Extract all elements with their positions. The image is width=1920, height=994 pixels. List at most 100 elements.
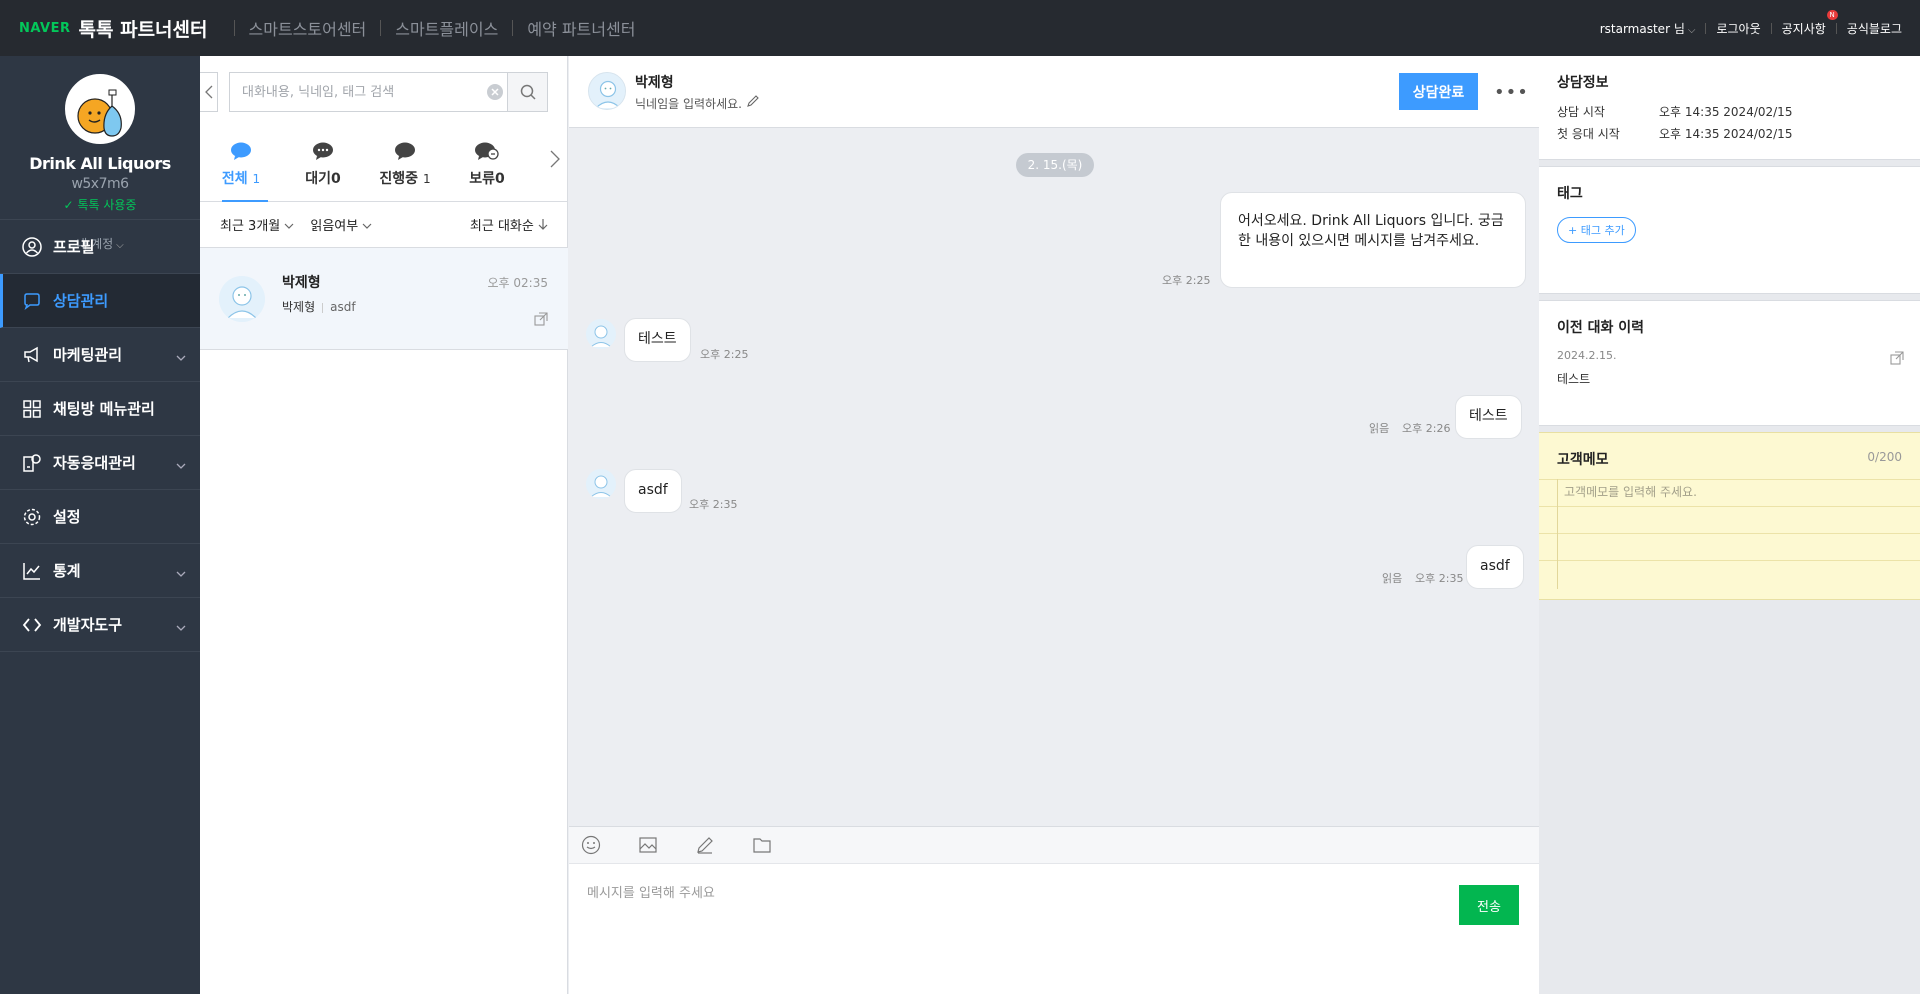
sidebar-item-settings[interactable]: 설정 bbox=[0, 490, 200, 544]
customer-avatar bbox=[586, 469, 616, 499]
add-tag-button[interactable]: + 태그 추가 bbox=[1557, 217, 1636, 243]
sidebar-item-label: 통계 bbox=[53, 562, 81, 580]
conversation-list-pane: 전체 1 대기0 진행중 1 보류0 최근 3개월 읽음여부 최근 대화순 박제… bbox=[200, 56, 568, 994]
tab-all-label: 전체 bbox=[221, 171, 248, 187]
tab-waiting-count: 0 bbox=[331, 171, 341, 187]
emoji-button[interactable] bbox=[581, 835, 638, 855]
pencil-icon bbox=[697, 837, 713, 854]
divider bbox=[512, 20, 514, 36]
search-icon bbox=[520, 84, 536, 100]
sort-filter[interactable]: 최근 대화순 bbox=[470, 215, 548, 234]
nav-smartplace[interactable]: 스마트플레이스 bbox=[395, 16, 498, 40]
divider bbox=[322, 302, 324, 313]
clear-search-button[interactable] bbox=[483, 73, 507, 111]
chat-bubble-icon bbox=[200, 140, 282, 162]
sidebar-item-auto-reply[interactable]: 자동응대관리 bbox=[0, 436, 200, 490]
conversation-time: 오후 02:35 bbox=[487, 276, 548, 290]
sidebar-item-devtools[interactable]: 개발자도구 bbox=[0, 598, 200, 652]
folder-icon bbox=[753, 838, 771, 853]
tab-hold-label: 보류 bbox=[469, 171, 495, 187]
sidebar-item-marketing[interactable]: 마케팅관리 bbox=[0, 328, 200, 382]
collapse-list-button[interactable] bbox=[200, 72, 218, 112]
tab-label: 전체 1 bbox=[200, 168, 282, 188]
sidebar-item-label: 상담관리 bbox=[53, 292, 109, 310]
first-reply-value: 오후 14:35 2024/02/15 bbox=[1659, 127, 1793, 141]
shop-logo bbox=[65, 74, 135, 144]
message-outgoing: 어서오세요. Drink All Liquors 입니다. 궁금한 내용이 있으… bbox=[1220, 192, 1526, 288]
tab-progress-count: 1 bbox=[422, 172, 431, 186]
image-button[interactable] bbox=[638, 835, 695, 855]
sidebar-item-stats[interactable]: 통계 bbox=[0, 544, 200, 598]
nav-smartstore[interactable]: 스마트스토어센터 bbox=[249, 16, 367, 40]
read-receipt: 읽음 bbox=[1369, 422, 1390, 435]
open-history-button[interactable] bbox=[1890, 351, 1904, 369]
brand[interactable]: NAVER 톡톡 파트너센터 bbox=[0, 15, 220, 42]
external-window-icon bbox=[534, 312, 548, 326]
search-input[interactable] bbox=[230, 73, 483, 111]
shop-name-row: Drink All Liquors w5x7m6 bbox=[0, 154, 200, 192]
person-icon bbox=[22, 236, 42, 257]
app-title[interactable]: 톡톡 파트너센터 bbox=[79, 15, 208, 42]
read-receipt: 읽음 bbox=[1382, 572, 1403, 585]
file-button[interactable] bbox=[752, 835, 809, 855]
chat-dots-icon bbox=[282, 140, 364, 162]
customer-avatar bbox=[219, 276, 265, 322]
tab-hold[interactable]: 보류0 bbox=[446, 126, 528, 201]
tab-all[interactable]: 전체 1 bbox=[200, 126, 282, 202]
memo-input[interactable] bbox=[1557, 479, 1902, 589]
sidebar-menu: 프로필 상담관리 마케팅관리 채팅방 메뉴관리 자동응대관리 설정 통계 개발자… bbox=[0, 220, 200, 652]
message-outgoing: 테스트 bbox=[1455, 395, 1522, 439]
conversation-preview: 박제형 asdf bbox=[282, 298, 356, 315]
sidebar-item-consult[interactable]: 상담관리 bbox=[0, 274, 200, 328]
user-menu[interactable]: rstarmaster 님 ⌵ bbox=[1600, 20, 1696, 37]
logout-link[interactable]: 로그아웃 bbox=[1716, 20, 1760, 37]
period-filter[interactable]: 최근 3개월 bbox=[220, 215, 294, 234]
tab-waiting[interactable]: 대기0 bbox=[282, 126, 364, 201]
divider bbox=[233, 20, 235, 36]
template-button[interactable] bbox=[695, 835, 752, 855]
tab-in-progress[interactable]: 진행중 1 bbox=[364, 126, 446, 201]
list-filters: 최근 3개월 읽음여부 최근 대화순 bbox=[200, 202, 568, 248]
blog-link[interactable]: 공식블로그 bbox=[1847, 20, 1902, 37]
megaphone-icon bbox=[22, 345, 42, 365]
tabs-next-button[interactable] bbox=[550, 150, 560, 172]
sidebar-item-menu-manage[interactable]: 채팅방 메뉴관리 bbox=[0, 382, 200, 436]
message-input[interactable] bbox=[587, 882, 1447, 972]
more-options-button[interactable]: ••• bbox=[1494, 82, 1529, 103]
notice-label: 공지사항 bbox=[1781, 21, 1826, 36]
read-filter-label: 읽음여부 bbox=[310, 219, 359, 234]
history-title: 이전 대화 이력 bbox=[1557, 320, 1645, 336]
customer-avatar bbox=[588, 72, 626, 110]
conversation-item[interactable]: 박제형 오후 02:35 박제형 asdf bbox=[200, 248, 568, 350]
tab-label: 보류0 bbox=[446, 168, 528, 188]
gear-icon bbox=[22, 507, 42, 527]
customer-name: 박제형 bbox=[635, 75, 674, 91]
chevron-down-icon bbox=[362, 223, 372, 229]
nickname-edit[interactable]: 닉네임을 입력하세요. bbox=[635, 94, 760, 112]
arrow-down-icon bbox=[538, 219, 548, 230]
send-button[interactable]: 전송 bbox=[1459, 885, 1519, 925]
customer-memo-card: 고객메모 0/200 bbox=[1539, 432, 1920, 600]
nav-booking[interactable]: 예약 파트너센터 bbox=[527, 16, 635, 40]
notice-link[interactable]: 공지사항 N bbox=[1781, 9, 1838, 37]
search-button[interactable] bbox=[507, 73, 547, 111]
complete-consult-button[interactable]: 상담완료 bbox=[1399, 73, 1478, 110]
chat-hold-icon bbox=[446, 140, 528, 162]
date-divider: 2. 15.(목) bbox=[1016, 153, 1094, 177]
shop-id: w5x7m6 bbox=[71, 176, 129, 192]
user-name: rstarmaster 님 bbox=[1599, 21, 1685, 36]
naver-logo[interactable]: NAVER bbox=[19, 21, 71, 36]
chevron-down-icon bbox=[284, 223, 294, 229]
consult-info-title: 상담정보 bbox=[1557, 75, 1609, 91]
memo-char-count: 0/200 bbox=[1867, 450, 1902, 464]
read-filter[interactable]: 읽음여부 bbox=[310, 215, 372, 234]
sidebar-item-profile[interactable]: 프로필 bbox=[0, 220, 200, 274]
open-popup-button[interactable] bbox=[534, 312, 548, 330]
talk-status: ✓ 톡톡 사용중 bbox=[0, 196, 200, 213]
new-badge: N bbox=[1826, 9, 1838, 20]
top-right-links: rstarmaster 님 ⌵ 로그아웃 공지사항 N 공식블로그 bbox=[1600, 9, 1920, 37]
customer-avatar bbox=[586, 319, 616, 349]
divider bbox=[380, 20, 382, 36]
conversation-name: 박제형 bbox=[282, 275, 321, 291]
message-time: 오후 2:35 bbox=[689, 498, 738, 511]
